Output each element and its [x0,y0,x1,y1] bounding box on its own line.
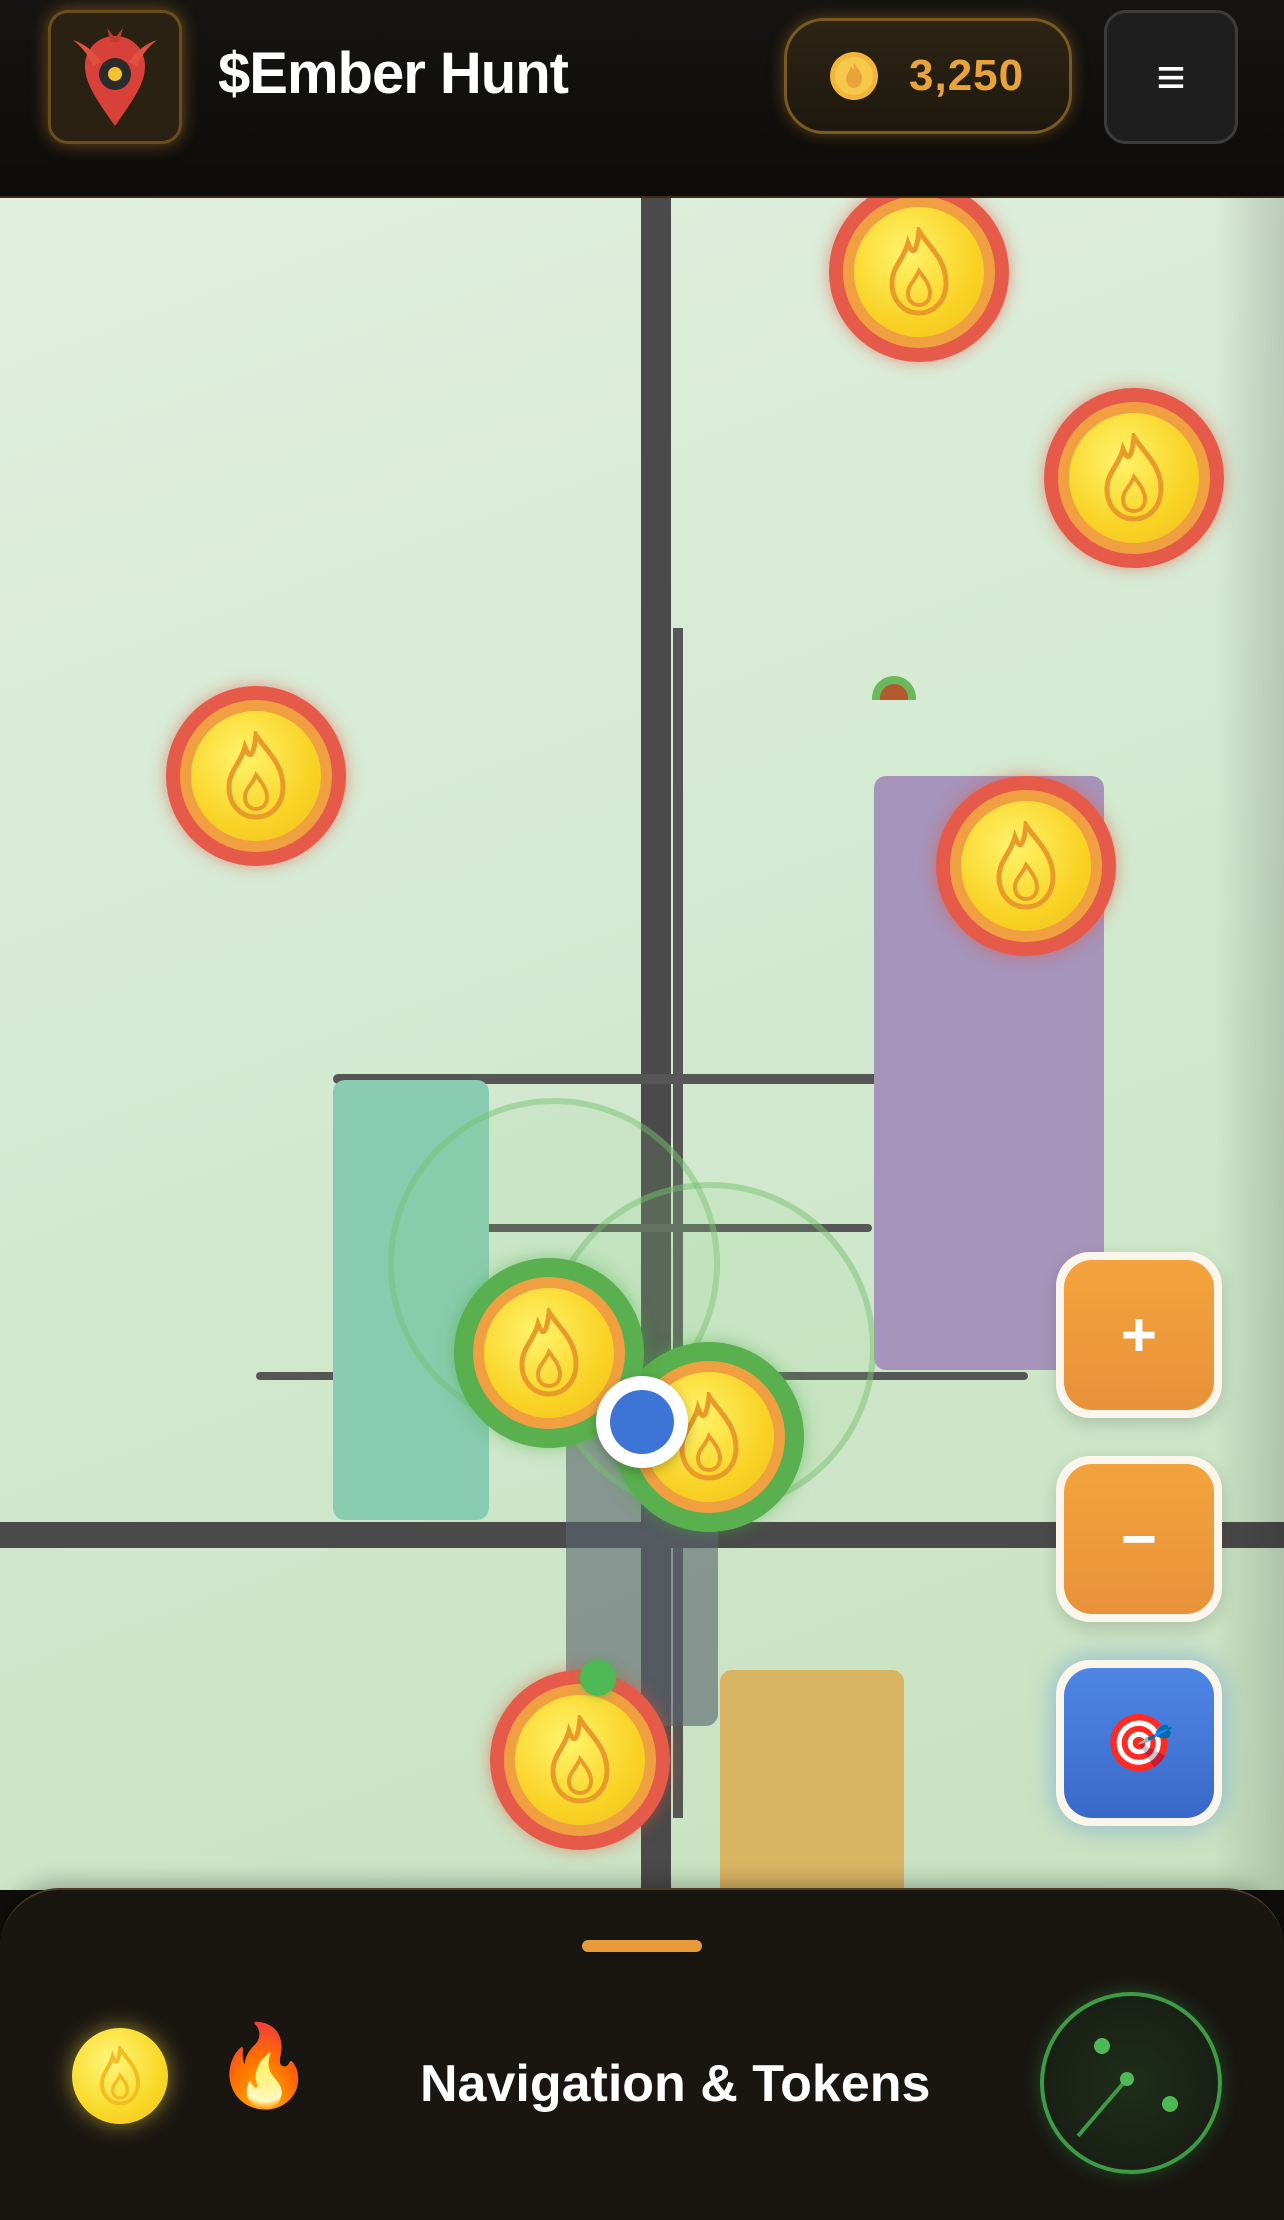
ember-token[interactable] [166,686,346,866]
radar-icon[interactable] [1040,1992,1222,2174]
app-logo [48,10,182,144]
poi-marker[interactable] [872,676,916,700]
flame-icon [889,227,949,316]
flame-icon [550,1715,610,1804]
ember-coin-icon [72,2028,168,2124]
zoom-in-button[interactable]: + [1056,1252,1222,1418]
menu-button[interactable]: ≡ [1104,10,1238,144]
user-location-dot [596,1376,688,1468]
zoom-out-label: − [1064,1464,1214,1614]
flame-icon [1104,433,1164,522]
map-building [720,1670,904,1890]
zoom-out-button[interactable]: − [1056,1456,1222,1622]
balance-value: 3,250 [909,51,1025,100]
app-title: $Ember Hunt [218,41,569,106]
sheet-title: Navigation & Tokens [420,2055,931,2113]
recenter-button[interactable]: 🎯 [1056,1660,1222,1826]
flame-coin-icon [830,52,878,100]
token-balance[interactable]: 3,250 [784,18,1072,134]
ember-token[interactable] [490,1670,670,1850]
sheet-drag-handle[interactable] [582,1940,702,1952]
flame-icon [996,821,1056,910]
ember-token[interactable] [1044,388,1224,568]
bottom-sheet[interactable]: 🔥 Navigation & Tokens [0,1888,1284,2220]
flame-icon [519,1308,579,1397]
zoom-in-label: + [1064,1260,1214,1410]
map-view[interactable] [0,198,1284,1890]
app-header: $Ember Hunt 3,250 ≡ [0,0,1284,198]
target-icon: 🎯 [1064,1668,1214,1818]
flame-icon: 🔥 [214,2021,314,2110]
nearby-player-dot [580,1660,616,1696]
phoenix-pin-icon [73,28,157,126]
ember-token[interactable] [936,776,1116,956]
ember-token[interactable] [829,198,1009,362]
flame-icon [226,731,286,820]
map-edge-shade [1214,198,1284,1890]
